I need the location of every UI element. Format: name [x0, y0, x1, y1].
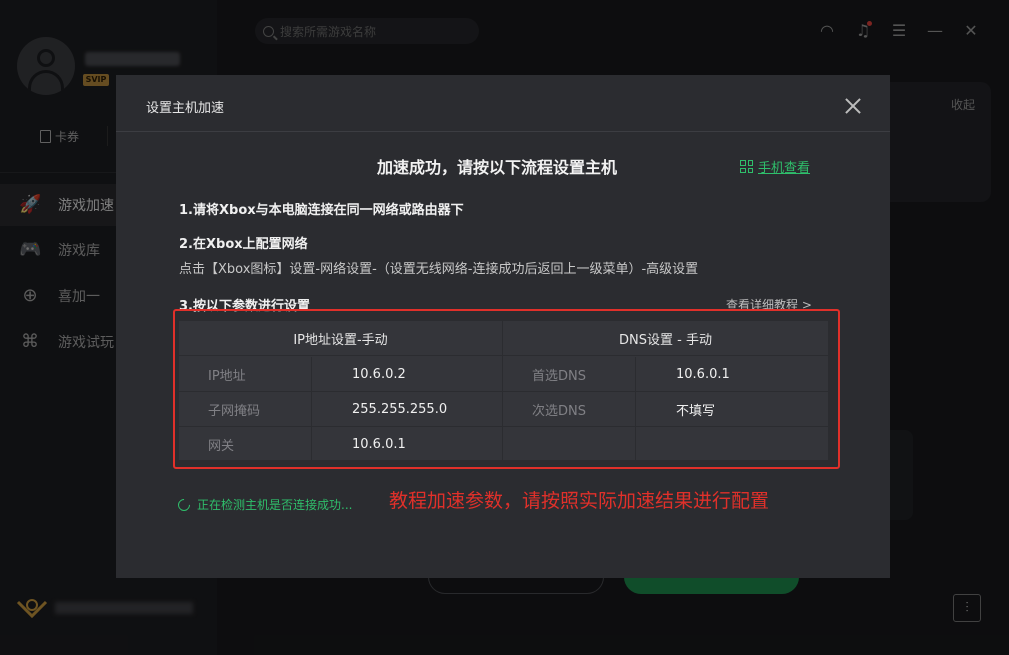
console-boost-dialog: 设置主机加速 加速成功，请按以下流程设置主机 手机查看 1.请将Xbox与本电脑… — [116, 75, 890, 578]
dialog-title: 设置主机加速 — [146, 101, 225, 116]
annotation-highlight-box — [173, 309, 840, 469]
close-icon[interactable] — [842, 95, 864, 117]
qr-code-icon — [740, 160, 753, 173]
annotation-note: 教程加速参数，请按照实际加速结果进行配置 — [389, 490, 770, 512]
step-2: 2.在Xbox上配置网络 — [179, 237, 308, 252]
connection-status: 正在检测主机是否连接成功... — [175, 496, 352, 513]
view-on-phone-link[interactable]: 手机查看 — [740, 157, 810, 176]
step-1: 1.请将Xbox与本电脑连接在同一网络或路由器下 — [179, 203, 464, 218]
dialog-header: 设置主机加速 — [116, 75, 890, 132]
refresh-icon — [175, 496, 193, 513]
step-2-description: 点击【Xbox图标】设置-网络设置-（设置无线网络-连接成功后返回上一级菜单）-… — [179, 262, 699, 277]
